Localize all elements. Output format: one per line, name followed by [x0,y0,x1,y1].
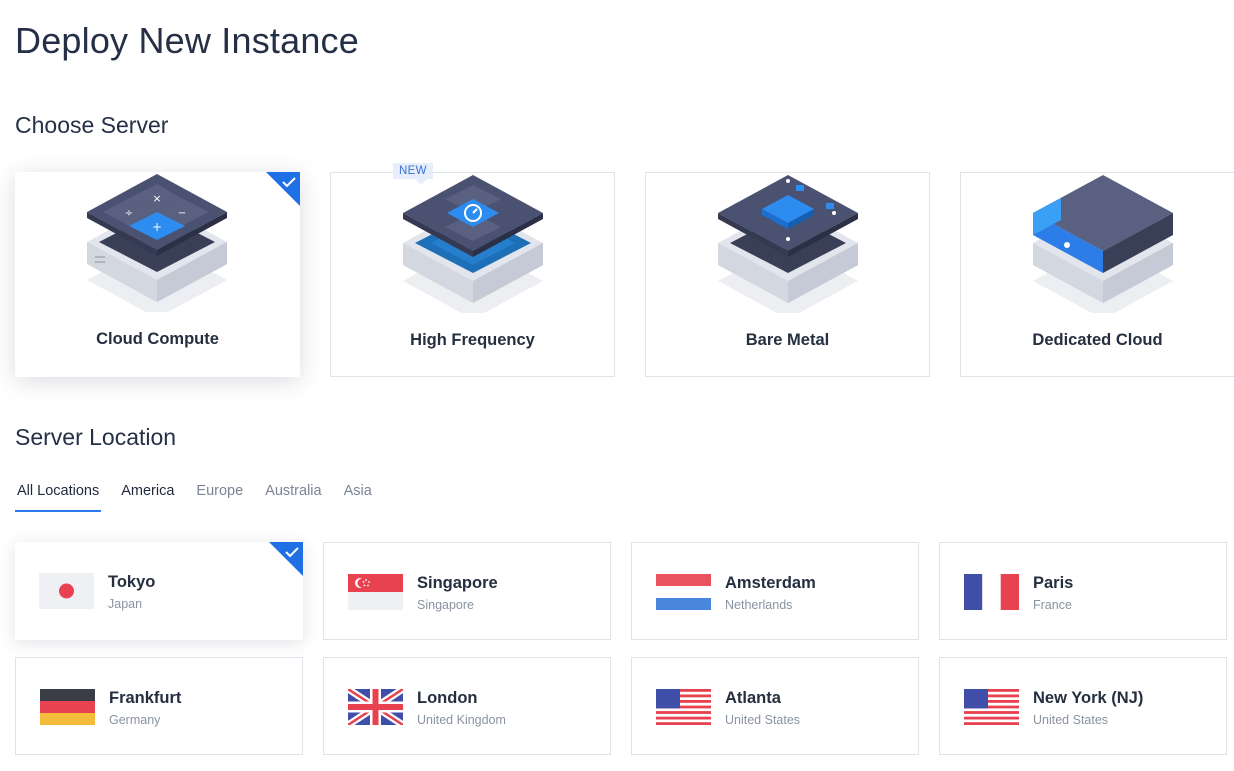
location-country: Germany [109,713,161,727]
location-card-atlanta[interactable]: Atlanta United States [631,657,919,755]
location-country: United States [1033,713,1109,727]
tab-australia[interactable]: Australia [263,476,331,512]
server-location-title: Server Location [15,424,177,450]
uk-flag-icon [348,689,403,725]
france-flag-icon [964,574,1019,610]
singapore-flag-icon [348,574,403,610]
tab-europe[interactable]: Europe [194,476,253,512]
location-city: Tokyo [108,573,156,591]
location-card-amsterdam[interactable]: Amsterdam Netherlands [631,542,919,640]
location-card-tokyo[interactable]: Tokyo Japan [15,542,303,640]
selected-check-icon [266,172,300,206]
location-country: France [1033,598,1072,612]
tab-all-locations[interactable]: All Locations [15,476,102,512]
server-card-dedicated-cloud[interactable]: Dedicated Cloud [960,172,1234,377]
server-card-label: Bare Metal [745,331,830,349]
netherlands-flag-icon [656,574,711,610]
location-city: Paris [1033,574,1074,592]
location-tabs: All Locations America Europe Australia A… [15,476,392,512]
selected-check-icon [269,542,303,576]
location-country: Netherlands [725,598,793,612]
server-card-high-frequency[interactable]: NEW High Frequency [330,163,615,377]
japan-flag-icon [39,573,94,609]
location-card-singapore[interactable]: Singapore Singapore [323,542,611,640]
tab-asia[interactable]: Asia [342,476,382,512]
location-card-london[interactable]: London United Kingdom [323,657,611,755]
location-city: Frankfurt [109,689,182,707]
server-card-label: Dedicated Cloud [1032,331,1163,349]
location-country: United Kingdom [417,713,506,727]
bare-metal-icon [718,175,858,313]
page-title: Deploy New Instance [15,20,359,61]
location-city: Atlanta [725,689,781,707]
location-city: Amsterdam [725,574,816,592]
usa-flag-icon [964,689,1019,725]
tab-america[interactable]: America [119,476,184,512]
location-country: United States [725,713,801,727]
svg-text:÷: ÷ [125,208,133,219]
location-country: Singapore [417,598,474,612]
germany-flag-icon [40,689,95,725]
high-frequency-icon [403,175,543,313]
svg-text:+: + [152,220,162,234]
location-card-new-york[interactable]: New York (NJ) United States [939,657,1227,755]
svg-text:−: − [178,208,186,219]
dedicated-cloud-icon [1033,175,1173,313]
location-city: Singapore [417,574,498,592]
location-country: Japan [108,597,143,611]
server-card-bare-metal[interactable]: Bare Metal [645,172,930,377]
server-card-label: High Frequency [410,331,535,349]
usa-flag-icon [656,689,711,725]
location-card-paris[interactable]: Paris France [939,542,1227,640]
server-card-cloud-compute[interactable]: × ÷ − + Cloud Compute [15,172,300,377]
cloud-compute-icon: × ÷ − + [87,174,227,312]
location-city: London [417,689,478,707]
choose-server-title: Choose Server [15,112,169,138]
server-card-label: Cloud Compute [96,330,219,348]
svg-text:×: × [152,192,161,205]
location-city: New York (NJ) [1033,689,1144,707]
location-card-frankfurt[interactable]: Frankfurt Germany [15,657,303,755]
